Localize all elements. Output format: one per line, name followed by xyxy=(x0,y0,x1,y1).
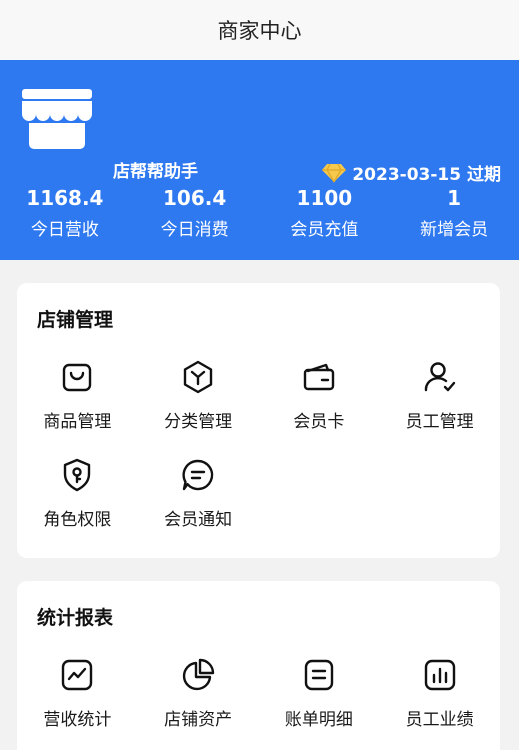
stat-new-members[interactable]: 1 新增会员 xyxy=(389,184,519,242)
user-check-icon xyxy=(422,359,458,395)
menu-item-staff-performance[interactable]: 员工业绩 xyxy=(379,653,500,750)
stat-value: 1168.4 xyxy=(26,186,104,210)
menu-item-member-notification[interactable]: 会员通知 xyxy=(138,453,259,551)
menu-item-role-permissions[interactable]: 角色权限 xyxy=(17,453,138,551)
card-icon xyxy=(301,359,337,395)
stat-value: 106.4 xyxy=(162,186,227,210)
pie-chart-icon xyxy=(180,657,216,693)
bill-list-icon xyxy=(301,657,337,693)
diamond-icon xyxy=(322,163,347,182)
stat-today-revenue[interactable]: 1168.4 今日营收 xyxy=(0,184,130,242)
stat-label: 会员充值 xyxy=(290,220,359,240)
menu-item-category-management[interactable]: 分类管理 xyxy=(138,355,259,453)
menu-item-product-management[interactable]: 商品管理 xyxy=(17,355,138,453)
menu-item-label: 会员通知 xyxy=(164,510,233,530)
menu-item-staff-management[interactable]: 员工管理 xyxy=(379,355,500,453)
shop-banner: 店帮帮助手 2023-03-15 过期 1168.4 今日营收 106.4 今日… xyxy=(0,60,519,260)
expiry-date: 2023-03-15 过期 xyxy=(352,165,501,185)
page-title: 商家中心 xyxy=(217,19,302,43)
menu-item-label: 会员卡 xyxy=(293,412,345,432)
menu-item-label: 分类管理 xyxy=(164,412,233,432)
reports-card: 统计报表 营收统计 店铺资产 账单明细 员工业绩 xyxy=(17,581,500,750)
expiry-info: 2023-03-15 过期 xyxy=(321,160,501,185)
section-title: 店铺管理 xyxy=(37,309,114,331)
menu-item-label: 角色权限 xyxy=(43,510,112,530)
bar-chart-icon xyxy=(422,657,458,693)
shopping-bag-icon xyxy=(59,359,95,395)
top-navbar: 商家中心 xyxy=(0,0,519,60)
menu-item-label: 账单明细 xyxy=(284,710,353,730)
store-front-icon xyxy=(20,88,94,150)
menu-item-label: 店铺资产 xyxy=(164,710,233,730)
shop-name: 店帮帮助手 xyxy=(113,162,198,182)
stat-member-recharge[interactable]: 1100 会员充值 xyxy=(260,184,390,242)
menu-item-member-card[interactable]: 会员卡 xyxy=(259,355,380,453)
stat-label: 新增会员 xyxy=(420,220,489,240)
store-management-card: 店铺管理 商品管理 分类管理 会员卡 员工管理 角色权限 会员通知 xyxy=(17,283,500,558)
stats-row: 1168.4 今日营收 106.4 今日消费 1100 会员充值 1 新增会员 xyxy=(0,184,519,242)
menu-item-label: 营收统计 xyxy=(43,710,112,730)
store-management-grid: 商品管理 分类管理 会员卡 员工管理 角色权限 会员通知 xyxy=(17,355,500,551)
menu-item-revenue-statistics[interactable]: 营收统计 xyxy=(17,653,138,750)
message-bubble-icon xyxy=(180,457,216,493)
menu-item-label: 员工管理 xyxy=(405,412,474,432)
section-title: 统计报表 xyxy=(37,607,114,629)
reports-grid: 营收统计 店铺资产 账单明细 员工业绩 xyxy=(17,653,500,750)
menu-item-label: 员工业绩 xyxy=(405,710,474,730)
stat-label: 今日营收 xyxy=(30,220,99,240)
menu-item-store-assets[interactable]: 店铺资产 xyxy=(138,653,259,750)
shield-key-icon xyxy=(59,457,95,493)
trend-chart-icon xyxy=(59,657,95,693)
stat-today-consumption[interactable]: 106.4 今日消费 xyxy=(130,184,260,242)
stat-value: 1 xyxy=(447,186,462,210)
menu-item-label: 商品管理 xyxy=(43,412,112,432)
stat-label: 今日消费 xyxy=(160,220,229,240)
stat-value: 1100 xyxy=(296,186,353,210)
category-hexagon-icon xyxy=(180,359,216,395)
menu-item-bill-details[interactable]: 账单明细 xyxy=(259,653,380,750)
